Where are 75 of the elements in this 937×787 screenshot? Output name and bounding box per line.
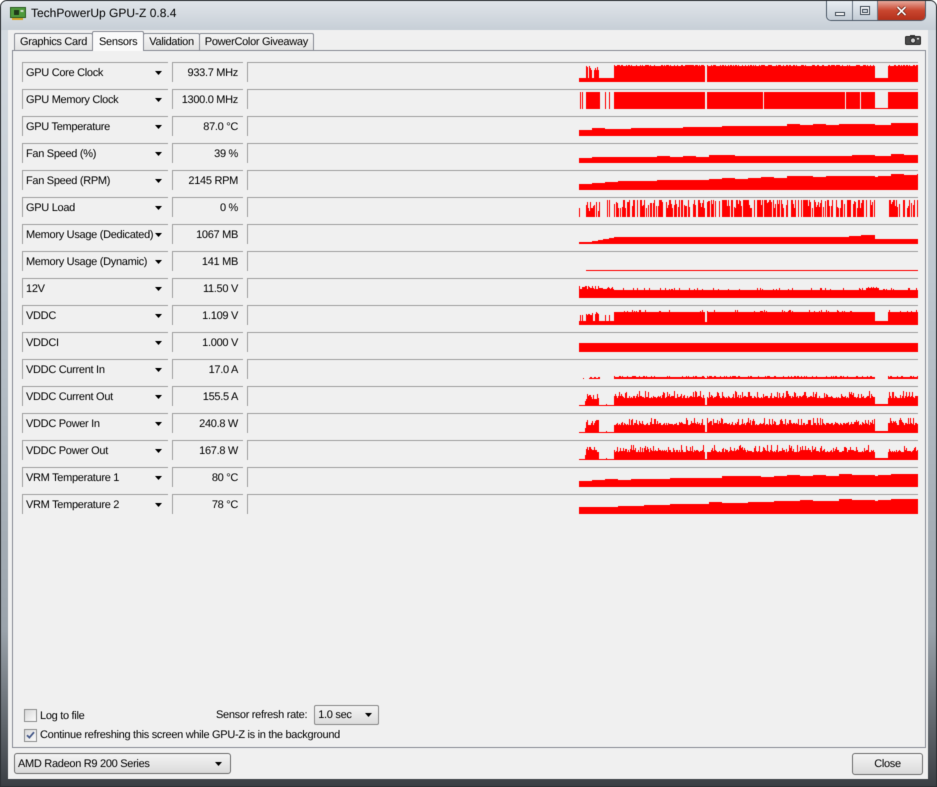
sensor-select[interactable]: 12V [22,278,168,298]
checkbox[interactable] [24,728,37,742]
caret-icon [155,502,162,506]
sensor-select[interactable]: VDDC Power In [22,413,168,433]
caret-icon [155,70,162,74]
sensor-select[interactable]: VRM Temperature 1 [22,467,168,487]
app-icon [10,7,26,20]
caret-icon [155,314,162,318]
caret-icon [215,762,222,766]
sensor-value: 141 MB [172,251,243,271]
sensor-value: 1067 MB [172,224,243,244]
tab[interactable]: Sensors [92,31,144,51]
sensor-value: 1.109 V [172,305,243,325]
caret-icon [155,368,162,372]
sensor-select[interactable]: GPU Load [22,197,168,217]
sensor-value: 17.0 A [172,359,243,379]
sensor-value: 78 °C [172,494,243,514]
gpu-select[interactable]: AMD Radeon R9 200 Series [14,753,231,774]
caret-icon [155,448,162,452]
sensor-value: 167.8 W [172,440,243,460]
close-button[interactable]: Close [852,753,923,775]
refresh-rate-label: Sensor refresh rate: [216,708,308,722]
checkbox[interactable] [24,708,37,722]
minimize-icon [834,12,844,16]
caret-icon [155,340,162,344]
caret-icon [155,286,162,290]
sensor-value: 87.0 °C [172,116,243,136]
sensor-select[interactable]: VDDC Current In [22,359,168,379]
close-icon [896,6,907,16]
caret-icon [155,260,162,264]
tab[interactable]: PowerColor Giveaway [198,33,314,50]
sensor-select[interactable]: Memory Usage (Dynamic) [22,251,168,271]
sensor-select[interactable]: Fan Speed (RPM) [22,170,168,190]
sensor-value: 1300.0 MHz [172,89,243,109]
sensor-value: 933.7 MHz [172,62,243,82]
caret-icon [155,98,162,102]
caret-icon [155,124,162,128]
camera-icon[interactable] [905,35,921,45]
sensor-value: 11.50 V [172,278,243,298]
caret-icon [155,206,162,210]
sensor-value: 39 % [172,143,243,163]
sensor-value: 80 °C [172,467,243,487]
caret-icon [155,394,162,398]
caret-icon [155,152,162,156]
background-refresh-label: Continue refreshing this screen while GPU-Z is in the background [40,728,340,742]
sensor-select[interactable]: Memory Usage (Dedicated) [22,224,168,244]
checkmark-icon [26,731,35,739]
caret-icon [155,422,162,426]
tab[interactable]: Graphics Card [14,33,94,50]
sensor-value: 155.5 A [172,386,243,406]
sensor-value: 240.8 W [172,413,243,433]
sensor-select[interactable]: GPU Memory Clock [22,89,168,109]
log-to-file-label: Log to file [40,709,84,723]
window-close-button[interactable] [878,1,925,20]
sensor-select[interactable]: VDDCI [22,332,168,352]
sensor-select[interactable]: GPU Core Clock [22,62,168,82]
sensor-select[interactable]: VDDC Power Out [22,440,168,460]
caret-icon [155,476,162,480]
caret-icon [155,178,162,182]
sensor-select[interactable]: Fan Speed (%) [22,143,168,163]
sensor-select[interactable]: VDDC [22,305,168,325]
refresh-rate-select[interactable]: 1.0 sec [314,705,380,725]
minimize-button[interactable] [827,1,853,20]
sensor-value: 0 % [172,197,243,217]
caret-icon [365,713,372,717]
maximize-icon [860,6,870,15]
tab[interactable]: Validation [143,33,200,50]
window-title: TechPowerUp GPU-Z 0.8.4 [31,6,176,21]
caret-icon [155,232,162,236]
sensor-value: 2145 RPM [172,170,243,190]
sensor-select[interactable]: GPU Temperature [22,116,168,136]
sensor-select[interactable]: VDDC Current Out [22,386,168,406]
sensor-select[interactable]: VRM Temperature 2 [22,494,168,514]
maximize-button[interactable] [853,1,878,20]
sensor-value: 1.000 V [172,332,243,352]
